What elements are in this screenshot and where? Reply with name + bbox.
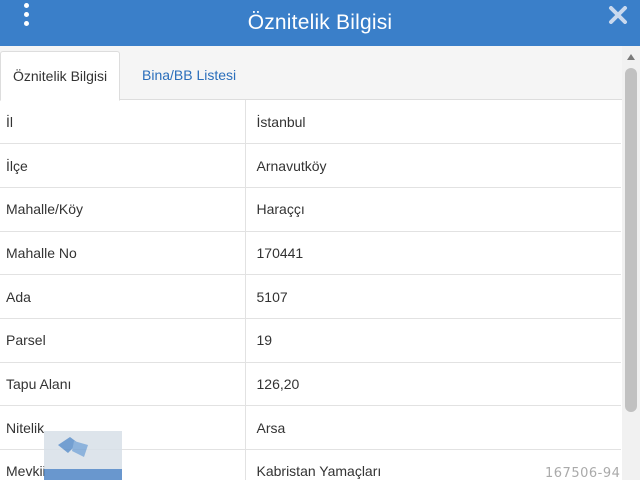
logo-watermark xyxy=(44,431,122,480)
attribute-key: İlçe xyxy=(0,143,246,188)
table-row: Mahalle/Köy Haraççı xyxy=(0,187,621,232)
vertical-scrollbar[interactable] xyxy=(622,46,640,480)
dialog-header: Öznitelik Bilgisi xyxy=(0,0,640,46)
dialog-title: Öznitelik Bilgisi xyxy=(247,11,393,34)
watermark-text: 167506-94 xyxy=(545,466,621,480)
attribute-value: Arnavutköy xyxy=(245,143,621,188)
attribute-value: Haraççı xyxy=(245,187,621,232)
attribute-key: Mevkii xyxy=(0,449,246,480)
table-row: Tapu Alanı 126,20 xyxy=(0,362,621,407)
scroll-thumb[interactable] xyxy=(625,68,637,412)
close-icon[interactable] xyxy=(608,6,628,24)
table-row: İlçe Arnavutköy xyxy=(0,143,621,188)
scroll-up-arrow-icon[interactable] xyxy=(627,54,635,60)
attribute-value: İstanbul xyxy=(245,100,621,145)
tab-bina-bb-listesi[interactable]: Bina/BB Listesi xyxy=(130,51,248,101)
more-vertical-icon[interactable] xyxy=(15,0,37,28)
attribute-key: Mahalle No xyxy=(0,231,246,276)
table-row: Parsel 19 xyxy=(0,318,621,363)
attribute-key: Tapu Alanı xyxy=(0,362,246,407)
table-row: İl İstanbul xyxy=(0,100,621,145)
attribute-key: Nitelik xyxy=(0,405,246,450)
attribute-table: İl İstanbul İlçe Arnavutköy Mahalle/Köy Haraç… xyxy=(0,100,621,480)
attribute-value: 5107 xyxy=(245,274,621,319)
attribute-table-container: İl İstanbul İlçe Arnavutköy Mahalle/Köy Haraç… xyxy=(0,100,622,480)
tab-oznitelik-bilgisi[interactable]: Öznitelik Bilgisi xyxy=(0,51,121,101)
attribute-value: Arsa xyxy=(245,405,621,450)
tab-bar: Öznitelik Bilgisi Bina/BB Listesi xyxy=(0,46,622,101)
attribute-key: Parsel xyxy=(0,318,246,363)
attribute-key: Mahalle/Köy xyxy=(0,187,246,232)
attribute-key: Ada xyxy=(0,274,246,319)
attribute-key: İl xyxy=(0,100,246,145)
attribute-value: 126,20 xyxy=(245,362,621,407)
attribute-value: 170441 xyxy=(245,231,621,276)
attribute-value: 19 xyxy=(245,318,621,363)
table-row: Mahalle No 170441 xyxy=(0,231,621,276)
table-row: Ada 5107 xyxy=(0,274,621,319)
